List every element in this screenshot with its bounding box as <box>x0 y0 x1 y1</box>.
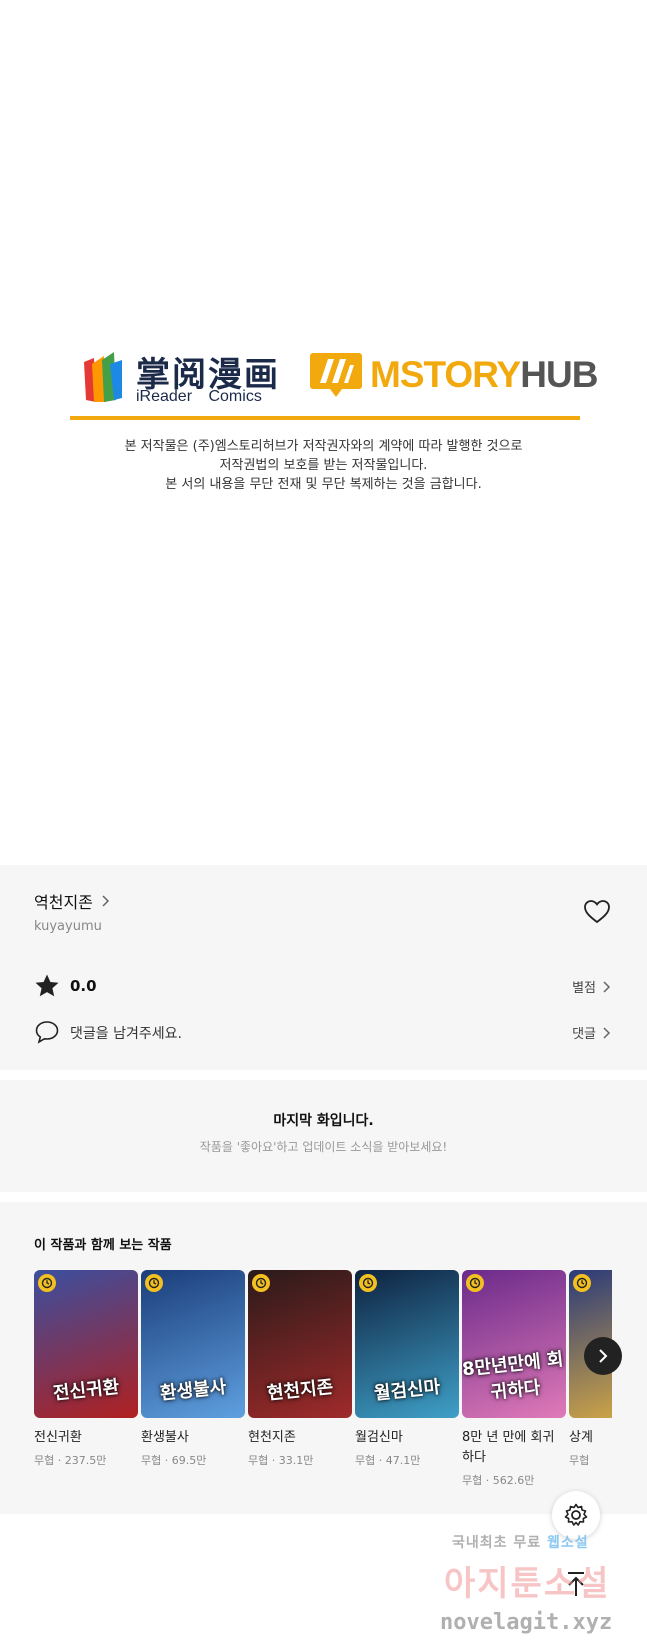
last-episode-title: 마지막 화입니다. <box>273 1113 374 1129</box>
work-title-link[interactable]: 역천지존 <box>34 889 113 913</box>
work-info-panel: 역천지존 kuyayumu 0.0 별점 댓글을 남겨주세요. 댓글 <box>0 865 647 1070</box>
comment-row: 댓글을 남겨주세요. 댓글 <box>34 1019 614 1045</box>
clock-icon <box>359 1274 377 1292</box>
site-watermark: 국내최초 무료 웹소설 아지툰소설 novelagit.xyz <box>440 1530 647 1643</box>
cover-title: 8만년만에 회귀하다 <box>462 1348 565 1404</box>
mstoryhub-logo-icon <box>310 353 362 397</box>
copyright-notice: 본 저작물은 (주)엠스토리허브가 저작권자와의 계약에 따라 발행한 것으로 … <box>0 437 647 494</box>
recommendation-meta: 무협 <box>569 1454 590 1467</box>
cover-thumbnail[interactable]: 전신귀환 <box>34 1270 138 1418</box>
recommendation-meta: 무협 · 69.5만 <box>141 1454 207 1467</box>
clock-icon <box>252 1274 270 1292</box>
work-title: 역천지존 <box>34 893 93 912</box>
comments-button[interactable]: 댓글 <box>572 1023 614 1042</box>
star-icon <box>35 974 59 997</box>
rate-button[interactable]: 별점 <box>572 977 614 996</box>
recommendation-title: 상계 <box>569 1430 593 1445</box>
cover-thumbnail[interactable]: 환생불사 <box>141 1270 245 1418</box>
recommendation-card[interactable]: 전신귀환 전신귀환 무협 · 237.5만 <box>34 1270 138 1468</box>
recommendation-meta: 무협 · 47.1만 <box>355 1454 421 1467</box>
recommendation-card[interactable]: 월검신마 월검신마 무협 · 47.1만 <box>355 1270 459 1468</box>
comment-icon <box>35 1021 59 1044</box>
recommendation-meta: 무협 · 237.5만 <box>34 1454 107 1467</box>
recommendation-card[interactable]: 현천지존 현천지존 무협 · 33.1만 <box>248 1270 352 1468</box>
watermark-url: novelagit.xyz <box>440 1610 613 1635</box>
cover-thumbnail[interactable]: 8만년만에 회귀하다 <box>462 1270 566 1418</box>
carousel-next-button[interactable] <box>584 1337 622 1375</box>
hub-wordmark: HUB <box>520 354 598 395</box>
cover-thumbnail[interactable]: 월검신마 <box>355 1270 459 1418</box>
gear-icon <box>564 1503 588 1526</box>
copyright-line: 저작권법의 보호를 받는 저작물입니다. <box>219 458 428 473</box>
copyright-line: 본 서의 내용을 무단 전재 및 무단 복제하는 것을 금합니다. <box>165 477 482 492</box>
clock-icon <box>466 1274 484 1292</box>
chevron-right-icon <box>102 895 109 907</box>
last-episode-notice: 마지막 화입니다. 작품을 '좋아요'하고 업데이트 소식을 받아보세요! <box>0 1080 647 1192</box>
heart-icon[interactable] <box>583 898 611 926</box>
recommendations-section: 이 작품과 함께 보는 작품 전신귀환 전신귀환 무협 · 237.5만 환생불사 환생… <box>0 1202 647 1514</box>
publisher-section: 掌阅漫画 iReader Comics MSTORYHUB 본 저작물은 (주)… <box>0 0 647 865</box>
rating-row: 0.0 별점 <box>34 973 614 999</box>
watermark-tagline-a: 국내최초 무료 <box>452 1535 542 1551</box>
recommendations-heading: 이 작품과 함께 보는 작품 <box>34 1238 172 1253</box>
mstoryhub-logo-text: MSTORYHUB <box>370 354 598 396</box>
ireader-logo-icon <box>84 352 122 402</box>
clock-icon <box>145 1274 163 1292</box>
chevron-right-icon <box>599 1349 608 1363</box>
mstory-wordmark: MSTORY <box>370 354 521 395</box>
comment-prompt[interactable]: 댓글을 남겨주세요. <box>70 1023 182 1043</box>
scroll-top-button[interactable] <box>560 1568 592 1600</box>
clock-icon <box>38 1274 56 1292</box>
publisher-divider <box>70 416 580 420</box>
comments-label: 댓글 <box>572 1027 596 1042</box>
recommendation-meta: 무협 · 562.6만 <box>462 1474 535 1487</box>
recommendation-card[interactable]: 환생불사 환생불사 무협 · 69.5만 <box>141 1270 245 1468</box>
recommendation-title: 현천지존 <box>248 1430 296 1445</box>
work-author: kuyayumu <box>34 919 102 934</box>
recommendation-meta: 무협 · 33.1만 <box>248 1454 314 1467</box>
recommendation-title: 전신귀환 <box>34 1430 82 1445</box>
last-episode-subtitle: 작품을 '좋아요'하고 업데이트 소식을 받아보세요! <box>199 1140 448 1154</box>
recommendation-title: 8만 년 만에 회귀하다 <box>462 1430 555 1465</box>
chevron-right-icon <box>603 1026 611 1039</box>
recommendation-card[interactable]: 8만년만에 회귀하다 8만 년 만에 회귀하다무협 · 562.6만 <box>462 1270 566 1488</box>
recommendation-title: 월검신마 <box>355 1430 403 1445</box>
rate-label: 별점 <box>572 981 596 996</box>
cover-thumbnail[interactable]: 현천지존 <box>248 1270 352 1418</box>
arrow-up-icon <box>568 1572 584 1596</box>
chevron-right-icon <box>603 980 611 993</box>
ireader-logo-english: iReader Comics <box>136 388 262 405</box>
clock-icon <box>573 1274 591 1292</box>
recommendation-title: 환생불사 <box>141 1430 189 1445</box>
rating-value: 0.0 <box>70 977 97 995</box>
recommendation-carousel[interactable]: 전신귀환 전신귀환 무협 · 237.5만 환생불사 환생불사 무협 · 69.5만 현천지… <box>34 1270 612 1510</box>
copyright-line: 본 저작물은 (주)엠스토리허브가 저작권자와의 계약에 따라 발행한 것으로 <box>124 439 523 454</box>
settings-button[interactable] <box>552 1491 600 1539</box>
publisher-logos: 掌阅漫画 iReader Comics MSTORYHUB <box>80 345 598 415</box>
